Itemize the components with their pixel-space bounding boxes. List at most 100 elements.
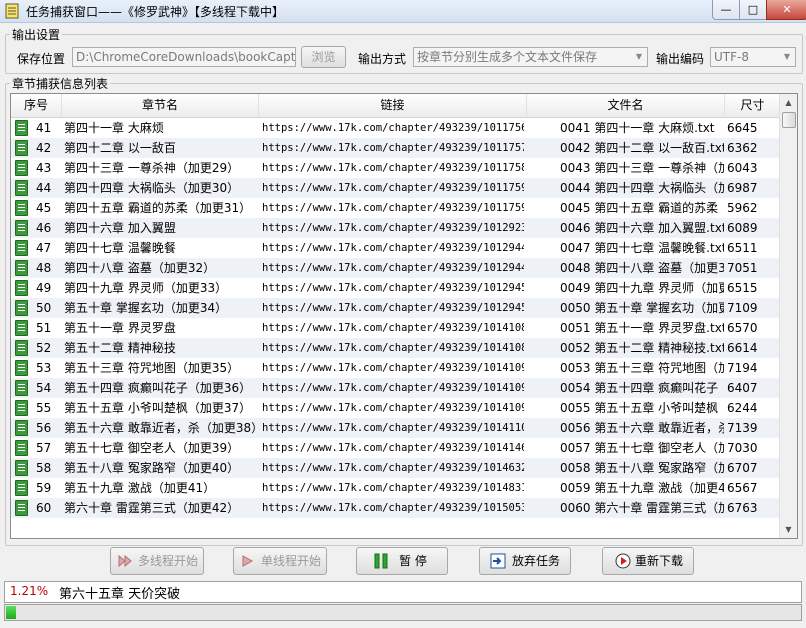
cell-number: 43 xyxy=(36,161,52,175)
cell-chapter-name: 第四十九章 界灵师（加更33） xyxy=(64,281,228,295)
cell-chapter-name: 第五十八章 冤家路窄（加更40） xyxy=(64,461,240,475)
download-progress-bar xyxy=(4,604,802,621)
table-row[interactable]: 47 第四十七章 温馨晚餐 https://www.17k.com/chapter/… xyxy=(11,238,780,258)
cell-filename: 0041 第四十一章 大麻烦.txt xyxy=(560,121,715,135)
cell-size: 6511 xyxy=(727,241,758,255)
output-mode-select[interactable]: 按章节分别生成多个文本文件保存 ▼ xyxy=(413,47,648,67)
column-header-link[interactable]: 链接 xyxy=(259,94,527,117)
table-row[interactable]: 43 第四十三章 一尊杀神（加更29） https://www.17k.com/ch… xyxy=(11,158,780,178)
table-row[interactable]: 60 第六十章 雷霆第三式（加更42） https://www.17k.com/ch… xyxy=(11,498,780,518)
cell-size: 6570 xyxy=(727,321,758,335)
pause-icon xyxy=(374,553,388,569)
table-row[interactable]: 55 第五十五章 小爷叫楚枫（加更37） https://www.17k.com/c… xyxy=(11,398,780,418)
cell-number: 45 xyxy=(36,201,52,215)
cell-number: 52 xyxy=(36,341,52,355)
cell-number: 54 xyxy=(36,381,52,395)
table-row[interactable]: 48 第四十八章 盗墓（加更32） https://www.17k.com/chap… xyxy=(11,258,780,278)
table-row[interactable]: 57 第五十七章 御空老人（加更39） https://www.17k.com/ch… xyxy=(11,438,780,458)
abandon-icon xyxy=(490,553,506,569)
output-mode-value: 按章节分别生成多个文本文件保存 xyxy=(417,50,598,64)
document-icon xyxy=(15,320,28,336)
multi-thread-start-label: 多线程开始 xyxy=(137,554,198,568)
abandon-task-button[interactable]: 放弃任务 xyxy=(479,547,571,575)
chevron-down-icon: ▼ xyxy=(635,52,643,61)
output-settings-legend: 输出设置 xyxy=(10,26,63,43)
cell-number: 51 xyxy=(36,321,52,335)
close-button[interactable]: ✕ xyxy=(766,0,806,20)
cell-number: 56 xyxy=(36,421,52,435)
column-header-size[interactable]: 尺寸 xyxy=(725,94,781,117)
table-row[interactable]: 46 第四十六章 加入翼盟 https://www.17k.com/chapter/… xyxy=(11,218,780,238)
cell-size: 6645 xyxy=(727,121,758,135)
scroll-up-arrow-icon[interactable]: ▲ xyxy=(780,94,797,111)
cell-size: 6407 xyxy=(727,381,758,395)
cell-link: https://www.17k.com/chapter/493239/10141… xyxy=(262,382,524,394)
column-header-number[interactable]: 序号 xyxy=(11,94,62,117)
cell-size: 7109 xyxy=(727,301,758,315)
cell-filename: 0046 第四十六章 加入翼盟.txt xyxy=(560,221,724,235)
chapter-table[interactable]: 序号 章节名 链接 文件名 尺寸 41 第四十一章 大麻烦 https://www.… xyxy=(10,93,798,539)
document-icon xyxy=(15,260,28,276)
scroll-down-arrow-icon[interactable]: ▼ xyxy=(780,521,797,538)
table-row[interactable]: 50 第五十章 掌握玄功（加更34） https://www.17k.com/cha… xyxy=(11,298,780,318)
table-row[interactable]: 52 第五十二章 精神秘技 https://www.17k.com/chapter/… xyxy=(11,338,780,358)
output-encoding-select[interactable]: UTF-8 ▼ xyxy=(710,47,796,67)
vertical-scrollbar[interactable]: ▲ ▼ xyxy=(779,94,797,538)
table-row[interactable]: 49 第四十九章 界灵师（加更33） https://www.17k.com/cha… xyxy=(11,278,780,298)
cell-link: https://www.17k.com/chapter/493239/10117… xyxy=(262,122,524,134)
cell-chapter-name: 第五十七章 御空老人（加更39） xyxy=(64,441,240,455)
cell-number: 55 xyxy=(36,401,52,415)
pause-button[interactable]: 暂 停 xyxy=(356,547,448,575)
column-header-filename[interactable]: 文件名 xyxy=(527,94,725,117)
status-current-chapter: 第六十五章 天价突破 xyxy=(59,587,181,602)
abandon-task-label: 放弃任务 xyxy=(511,554,560,568)
cell-chapter-name: 第四十一章 大麻烦 xyxy=(64,121,164,135)
table-row[interactable]: 44 第四十四章 大祸临头（加更30） https://www.17k.com/ch… xyxy=(11,178,780,198)
cell-link: https://www.17k.com/chapter/493239/10148… xyxy=(262,482,524,494)
cell-size: 7030 xyxy=(727,441,758,455)
document-icon xyxy=(15,500,28,516)
status-bar: 1.21% 第六十五章 天价突破 xyxy=(4,581,802,603)
table-row[interactable]: 51 第五十一章 界灵罗盘 https://www.17k.com/chapter/… xyxy=(11,318,780,338)
cell-link: https://www.17k.com/chapter/493239/10117… xyxy=(262,202,524,214)
cell-filename: 0048 第四十八章 盗墓（加更32）.t xyxy=(560,261,724,275)
document-icon xyxy=(15,180,28,196)
maximize-button[interactable]: □ xyxy=(739,0,767,20)
cell-chapter-name: 第五十三章 符咒地图（加更35） xyxy=(64,361,240,375)
cell-size: 5962 xyxy=(727,201,758,215)
table-row[interactable]: 56 第五十六章 敢靠近者，杀（加更38） https://www.17k.com/… xyxy=(11,418,780,438)
table-row[interactable]: 59 第五十九章 激战（加更41） https://www.17k.com/chap… xyxy=(11,478,780,498)
cell-number: 42 xyxy=(36,141,52,155)
scroll-thumb[interactable] xyxy=(782,112,796,128)
minimize-button[interactable]: — xyxy=(712,0,740,20)
column-header-chapter-name[interactable]: 章节名 xyxy=(62,94,259,117)
single-thread-start-button[interactable]: 单线程开始 xyxy=(233,547,327,575)
cell-number: 57 xyxy=(36,441,52,455)
cell-filename: 0058 第五十八章 冤家路窄（加更40 xyxy=(560,461,724,475)
save-path-field[interactable]: D:\ChromeCoreDownloads\bookCapture xyxy=(72,47,296,67)
table-row[interactable]: 58 第五十八章 冤家路窄（加更40） https://www.17k.com/ch… xyxy=(11,458,780,478)
output-mode-label: 输出方式 xyxy=(358,52,407,66)
table-row[interactable]: 45 第四十五章 霸道的苏柔（加更31） https://www.17k.com/c… xyxy=(11,198,780,218)
cell-number: 46 xyxy=(36,221,52,235)
cell-chapter-name: 第五十二章 精神秘技 xyxy=(64,341,176,355)
cell-size: 6567 xyxy=(727,481,758,495)
cell-number: 58 xyxy=(36,461,52,475)
pause-label: 暂 停 xyxy=(399,554,427,568)
cell-size: 7194 xyxy=(727,361,758,375)
document-icon xyxy=(15,460,28,476)
document-icon xyxy=(15,380,28,396)
table-row[interactable]: 54 第五十四章 疯癫叫花子（加更36） https://www.17k.com/c… xyxy=(11,378,780,398)
multi-thread-start-button[interactable]: 多线程开始 xyxy=(110,547,204,575)
redownload-button[interactable]: 重新下载 xyxy=(602,547,694,575)
cell-chapter-name: 第六十章 雷霆第三式（加更42） xyxy=(64,501,240,515)
browse-button[interactable]: 浏览 xyxy=(301,46,346,68)
cell-number: 48 xyxy=(36,261,52,275)
table-row[interactable]: 53 第五十三章 符咒地图（加更35） https://www.17k.com/ch… xyxy=(11,358,780,378)
table-row[interactable]: 42 第四十二章 以一敌百 https://www.17k.com/chapter/… xyxy=(11,138,780,158)
cell-chapter-name: 第四十八章 盗墓（加更32） xyxy=(64,261,216,275)
multi-thread-icon xyxy=(118,554,132,568)
cell-size: 6763 xyxy=(727,501,758,515)
table-row[interactable]: 41 第四十一章 大麻烦 https://www.17k.com/chapter/4… xyxy=(11,118,780,138)
cell-chapter-name: 第五十九章 激战（加更41） xyxy=(64,481,216,495)
